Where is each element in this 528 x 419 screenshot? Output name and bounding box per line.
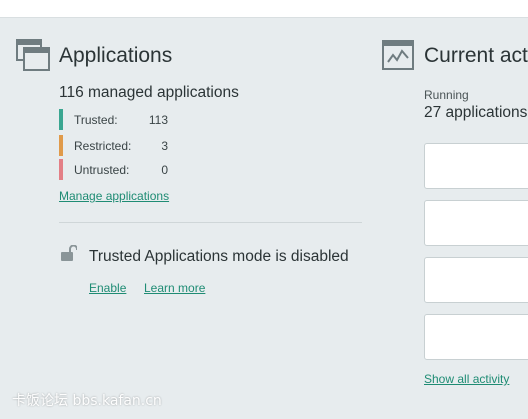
learn-more-link[interactable]: Learn more — [144, 281, 205, 295]
untrusted-color-bar — [59, 159, 63, 180]
activity-item[interactable] — [424, 314, 528, 360]
running-applications-count: 27 applications — [424, 104, 528, 121]
top-bar — [0, 0, 528, 18]
trusted-value: 113 — [148, 113, 168, 127]
untrusted-stat: Untrusted: 0 — [59, 159, 174, 180]
restricted-color-bar — [59, 135, 63, 156]
manage-applications-link[interactable]: Manage applications — [59, 189, 169, 203]
managed-applications-count: 116 managed applications — [59, 84, 239, 101]
activity-item[interactable] — [424, 257, 528, 303]
running-label: Running — [424, 88, 469, 102]
show-all-activity-link[interactable]: Show all activity — [424, 372, 509, 386]
applications-icon — [16, 39, 50, 71]
enable-link[interactable]: Enable — [89, 281, 126, 295]
trusted-label: Trusted: — [74, 113, 118, 127]
activity-item[interactable] — [424, 200, 528, 246]
watermark-text: 卡饭论坛 bbs.kafan.cn — [12, 393, 162, 409]
restricted-value: 3 — [161, 139, 168, 153]
trusted-color-bar — [59, 109, 63, 130]
current-activity-title: Current acti — [424, 44, 528, 67]
applications-title: Applications — [59, 44, 173, 67]
untrusted-label: Untrusted: — [74, 163, 130, 177]
restricted-label: Restricted: — [74, 139, 132, 153]
trusted-stat: Trusted: 113 — [59, 109, 174, 130]
activity-monitor-icon — [382, 40, 414, 70]
unlock-icon — [61, 245, 77, 261]
activity-item[interactable] — [424, 143, 528, 189]
section-divider — [59, 222, 362, 223]
trusted-mode-status: Trusted Applications mode is disabled — [89, 248, 349, 265]
untrusted-value: 0 — [161, 163, 168, 177]
restricted-stat: Restricted: 3 — [59, 135, 174, 156]
